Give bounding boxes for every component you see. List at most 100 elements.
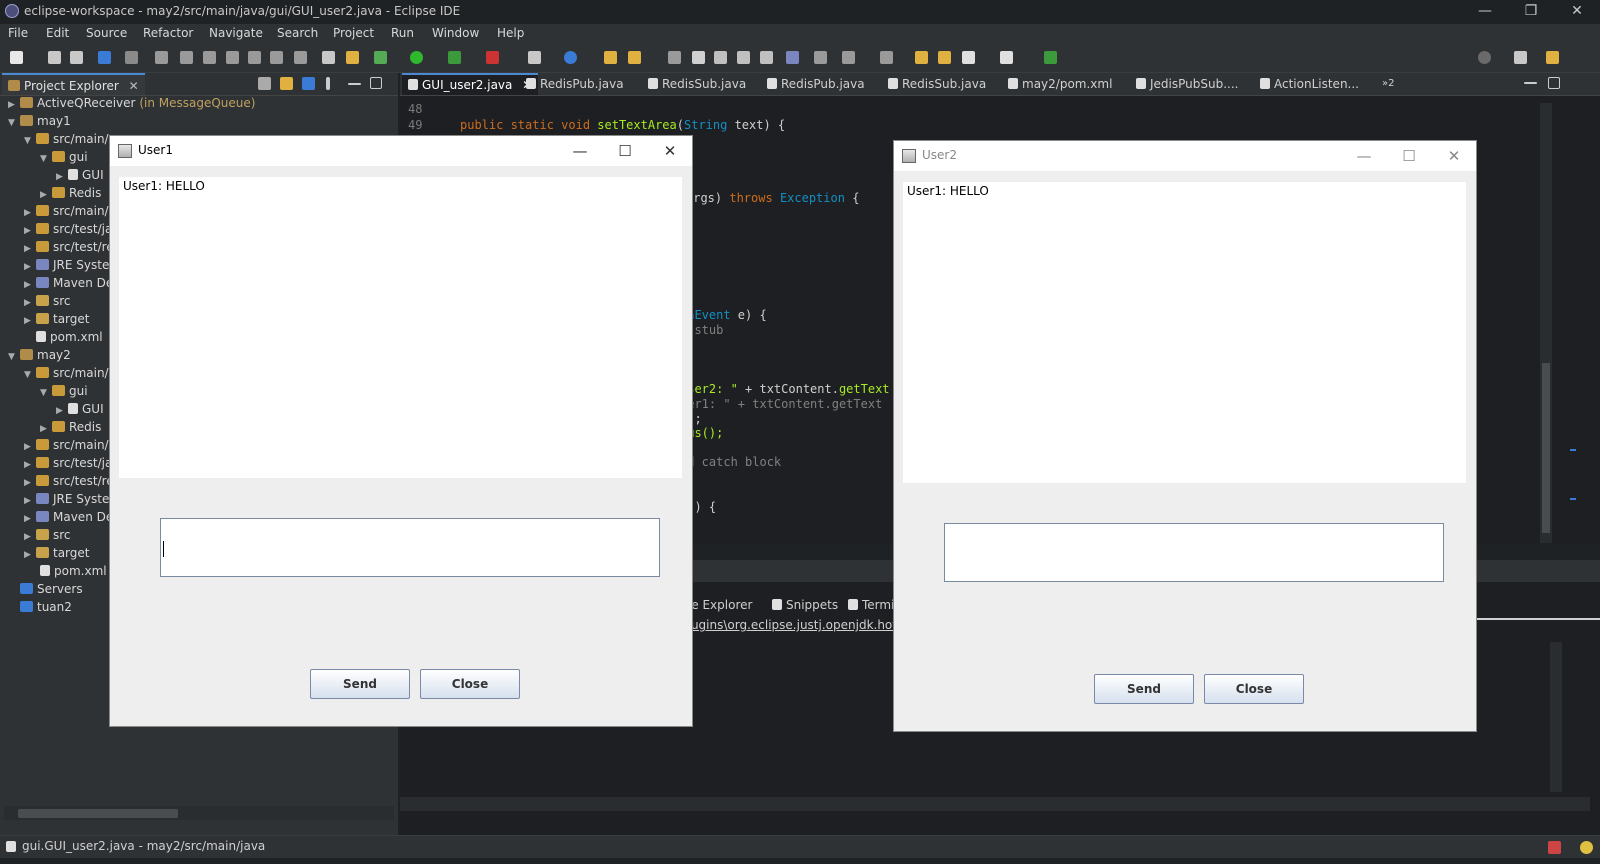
user1-maximize-button[interactable]: ☐ [610, 140, 640, 162]
tab-actionlistener[interactable]: ActionListen... [1260, 73, 1359, 95]
tree-item[interactable]: ▶ src/test/re [24, 472, 114, 490]
link-icon[interactable] [346, 51, 359, 64]
last-edit-icon[interactable] [915, 51, 928, 64]
tab-snippets[interactable]: Snippets [772, 594, 838, 616]
tree-item[interactable]: ▶ JRE Syster [24, 256, 114, 274]
terminate-icon[interactable] [203, 51, 216, 64]
tree-item[interactable]: ▶ Maven De [24, 508, 113, 526]
debug-icon[interactable] [374, 51, 387, 64]
console-vertical-scrollbar[interactable] [1550, 642, 1562, 792]
heap-status-icon[interactable] [1548, 841, 1561, 854]
tree-item[interactable]: ▶ GUI [56, 166, 104, 184]
user2-close-button[interactable]: Close [1204, 674, 1304, 704]
menu-navigate[interactable]: Navigate [209, 26, 263, 40]
tab-gui-user2[interactable]: GUI_user2.java ✕ [402, 73, 539, 95]
tree-item[interactable]: ▼ gui [40, 382, 88, 400]
tree-item[interactable]: ▶ JRE Syster [24, 490, 114, 508]
step-into-icon[interactable] [248, 51, 261, 64]
tree-item[interactable]: ▶ Redis [40, 418, 101, 436]
view-menu-icon[interactable] [326, 77, 330, 90]
minimize-button[interactable]: — [1462, 0, 1508, 24]
tree-item[interactable]: pom.xml [40, 562, 107, 580]
search-icon[interactable] [1478, 51, 1491, 64]
menu-run[interactable]: Run [391, 26, 414, 40]
disconnect-icon[interactable] [226, 51, 239, 64]
tree-item[interactable]: ▶ src/test/re [24, 238, 114, 256]
tab-redispub-2[interactable]: RedisPub.java [767, 73, 865, 95]
tab-jedispubsub[interactable]: JedisPubSub.... [1136, 73, 1238, 95]
tab-project-explorer[interactable]: Project Explorer ✕ [2, 73, 145, 95]
user2-maximize-button[interactable]: ☐ [1394, 145, 1424, 167]
user1-message-area[interactable]: User1: HELLO [119, 177, 682, 478]
close-window-button[interactable]: ✕ [1554, 0, 1600, 24]
show-whitespace-icon[interactable] [760, 51, 773, 64]
scrollbar-thumb[interactable] [18, 809, 178, 818]
link-with-editor-icon[interactable] [280, 77, 293, 90]
user2-close-window-button[interactable]: ✕ [1439, 145, 1469, 167]
new-java-project-icon[interactable] [528, 51, 541, 64]
resume-icon[interactable] [155, 51, 168, 64]
new-icon[interactable] [10, 51, 23, 64]
tree-item[interactable]: ▶ src/test/ja [24, 220, 112, 238]
terminal-icon[interactable] [98, 51, 111, 64]
maximize-editor-icon[interactable] [1548, 77, 1560, 89]
tree-item[interactable]: ▶ src/test/ja [24, 454, 112, 472]
menu-help[interactable]: Help [497, 26, 524, 40]
tree-item[interactable]: ▼ may2 [8, 346, 71, 364]
menu-file[interactable]: File [8, 26, 28, 40]
minimize-view-icon[interactable] [348, 83, 361, 85]
collapse-all-icon[interactable] [258, 77, 271, 90]
next-annotation-icon[interactable] [842, 51, 855, 64]
tab-redispub[interactable]: RedisPub.java [526, 73, 624, 95]
maximize-view-icon[interactable] [370, 77, 382, 89]
user2-send-button[interactable]: Send [1094, 674, 1194, 704]
tree-item[interactable]: ▶ GUI [56, 400, 104, 418]
close-tab-icon[interactable]: ✕ [129, 79, 139, 93]
horizontal-scrollbar[interactable] [4, 806, 394, 820]
user2-message-area[interactable]: User1: HELLO [903, 182, 1466, 483]
back-arrow-icon[interactable] [962, 51, 975, 64]
filter-icon[interactable] [302, 77, 315, 90]
bottom-horizontal-scrollbar[interactable] [400, 797, 1590, 811]
tab-redissub[interactable]: RedisSub.java [648, 73, 746, 95]
tree-item[interactable]: ▶ Redis [40, 184, 101, 202]
tab-redissub-2[interactable]: RedisSub.java [888, 73, 986, 95]
suspend-icon[interactable] [180, 51, 193, 64]
menu-source[interactable]: Source [86, 26, 127, 40]
tab-overflow[interactable]: »2 [1382, 73, 1394, 95]
tree-item[interactable]: ▶ src [24, 526, 71, 544]
scrollbar-thumb[interactable] [1542, 363, 1550, 533]
new-package-icon[interactable] [564, 51, 577, 64]
tree-item[interactable]: ▼ gui [40, 148, 88, 166]
block-selection-icon[interactable] [737, 51, 750, 64]
toggle-breadcrumb-icon[interactable] [714, 51, 727, 64]
tree-item[interactable]: ▼ may1 [8, 112, 71, 130]
open-perspective-icon[interactable] [1514, 51, 1527, 64]
run-icon[interactable] [410, 51, 423, 64]
tree-item[interactable]: Servers [20, 580, 83, 598]
restore-button[interactable]: ❐ [1508, 0, 1554, 24]
coverage-icon[interactable] [448, 51, 461, 64]
annotation-icon[interactable] [668, 51, 681, 64]
tab-pom-xml[interactable]: may2/pom.xml [1008, 73, 1112, 95]
tree-item[interactable]: ▼ src/main/ [24, 130, 109, 148]
open-type-icon[interactable] [604, 51, 617, 64]
user2-minimize-button[interactable]: — [1349, 145, 1379, 167]
forward-arrow-icon[interactable] [1000, 51, 1013, 64]
vertical-scrollbar[interactable] [1540, 103, 1552, 543]
java-perspective-icon[interactable] [1546, 51, 1559, 64]
user2-text-input[interactable] [944, 523, 1444, 582]
forward-edit-icon[interactable] [938, 51, 951, 64]
tree-item[interactable]: ▶ ActiveQReceiver (in MessageQueue) [8, 94, 255, 112]
tree-item[interactable]: ▶ src/main/ [24, 202, 109, 220]
external-tools-icon[interactable] [486, 51, 499, 64]
web-browser-icon[interactable] [786, 51, 799, 64]
prev-annotation-icon[interactable] [880, 51, 893, 64]
minimize-editor-icon[interactable] [1524, 82, 1537, 84]
tree-item[interactable]: ▶ src [24, 292, 71, 310]
tip-icon[interactable] [1580, 841, 1593, 854]
tab-terminal[interactable]: Termi [848, 594, 894, 616]
tree-item[interactable]: ▼ src/main/ [24, 364, 109, 382]
user1-close-window-button[interactable]: ✕ [655, 140, 685, 162]
save-all-icon[interactable] [70, 51, 83, 64]
